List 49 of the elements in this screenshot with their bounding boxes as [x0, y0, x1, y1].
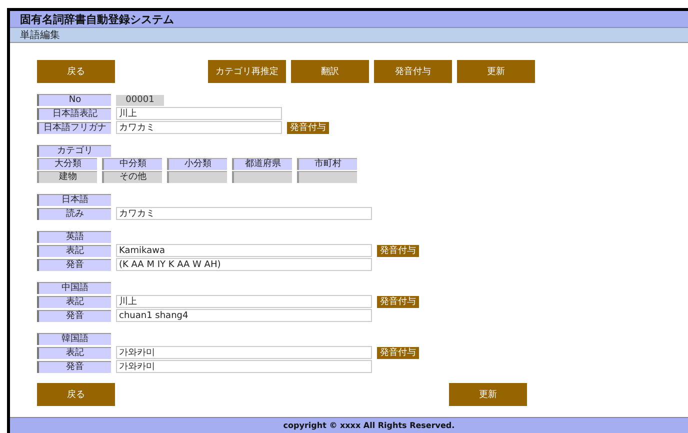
field-label: 発音	[37, 360, 111, 372]
category-header: 中分類	[102, 158, 162, 170]
field-label: No	[37, 94, 111, 106]
action-button[interactable]: カテゴリ再推定	[208, 60, 286, 83]
action-button[interactable]: 発音付与	[374, 60, 452, 83]
section-label: 韓国語	[37, 333, 111, 345]
category-value	[297, 171, 357, 183]
app-title: 固有名詞辞書自動登録システム	[20, 12, 174, 26]
text-input[interactable]: 가와카미	[116, 360, 372, 373]
category-value	[167, 171, 227, 183]
category-value: 建物	[37, 171, 97, 183]
text-input[interactable]: 가와카미	[116, 346, 372, 359]
action-button[interactable]: 更新	[449, 383, 527, 406]
section-label: 日本語	[37, 194, 111, 206]
text-input[interactable]: カワカミ	[116, 207, 372, 220]
back-button[interactable]: 戻る	[37, 383, 115, 406]
field-label: 発音	[37, 310, 111, 322]
text-input[interactable]: Kamikawa	[116, 244, 372, 257]
field-label: 表記	[37, 346, 111, 358]
field-label: 日本語表記	[37, 108, 111, 120]
category-value	[232, 171, 292, 183]
field-label: 表記	[37, 244, 111, 256]
text-input[interactable]: 川上	[116, 295, 372, 308]
section-label: 英語	[37, 231, 111, 243]
field-label: 日本語フリガナ	[37, 122, 111, 134]
section-label: カテゴリ	[37, 145, 111, 157]
category-value: その他	[102, 171, 162, 183]
pronunciation-button[interactable]: 発音付与	[377, 346, 419, 358]
action-button[interactable]: 更新	[457, 60, 535, 83]
text-input[interactable]: (K AA M IY K AA W AH)	[116, 258, 372, 271]
pronunciation-button[interactable]: 発音付与	[377, 244, 419, 256]
copyright-text: copyright © xxxx All Rights Reserved.	[283, 421, 455, 430]
pronunciation-button[interactable]: 発音付与	[377, 296, 419, 308]
back-button[interactable]: 戻る	[37, 60, 115, 83]
category-header: 小分類	[167, 158, 227, 170]
category-header: 大分類	[37, 158, 97, 170]
text-input[interactable]: chuan1 shang4	[116, 309, 372, 322]
pronunciation-button[interactable]: 発音付与	[287, 122, 329, 134]
category-header: 市町村	[297, 158, 357, 170]
field-label: 発音	[37, 258, 111, 270]
field-label: 表記	[37, 296, 111, 308]
field-label: 読み	[37, 208, 111, 220]
action-button[interactable]: 翻訳	[291, 60, 369, 83]
number-display: 00001	[116, 94, 164, 106]
text-input[interactable]: カワカミ	[116, 121, 282, 134]
text-input[interactable]: 川上	[116, 107, 282, 120]
section-label: 中国語	[37, 282, 111, 294]
page-title: 単語編集	[20, 30, 60, 40]
category-header: 都道府県	[232, 158, 292, 170]
